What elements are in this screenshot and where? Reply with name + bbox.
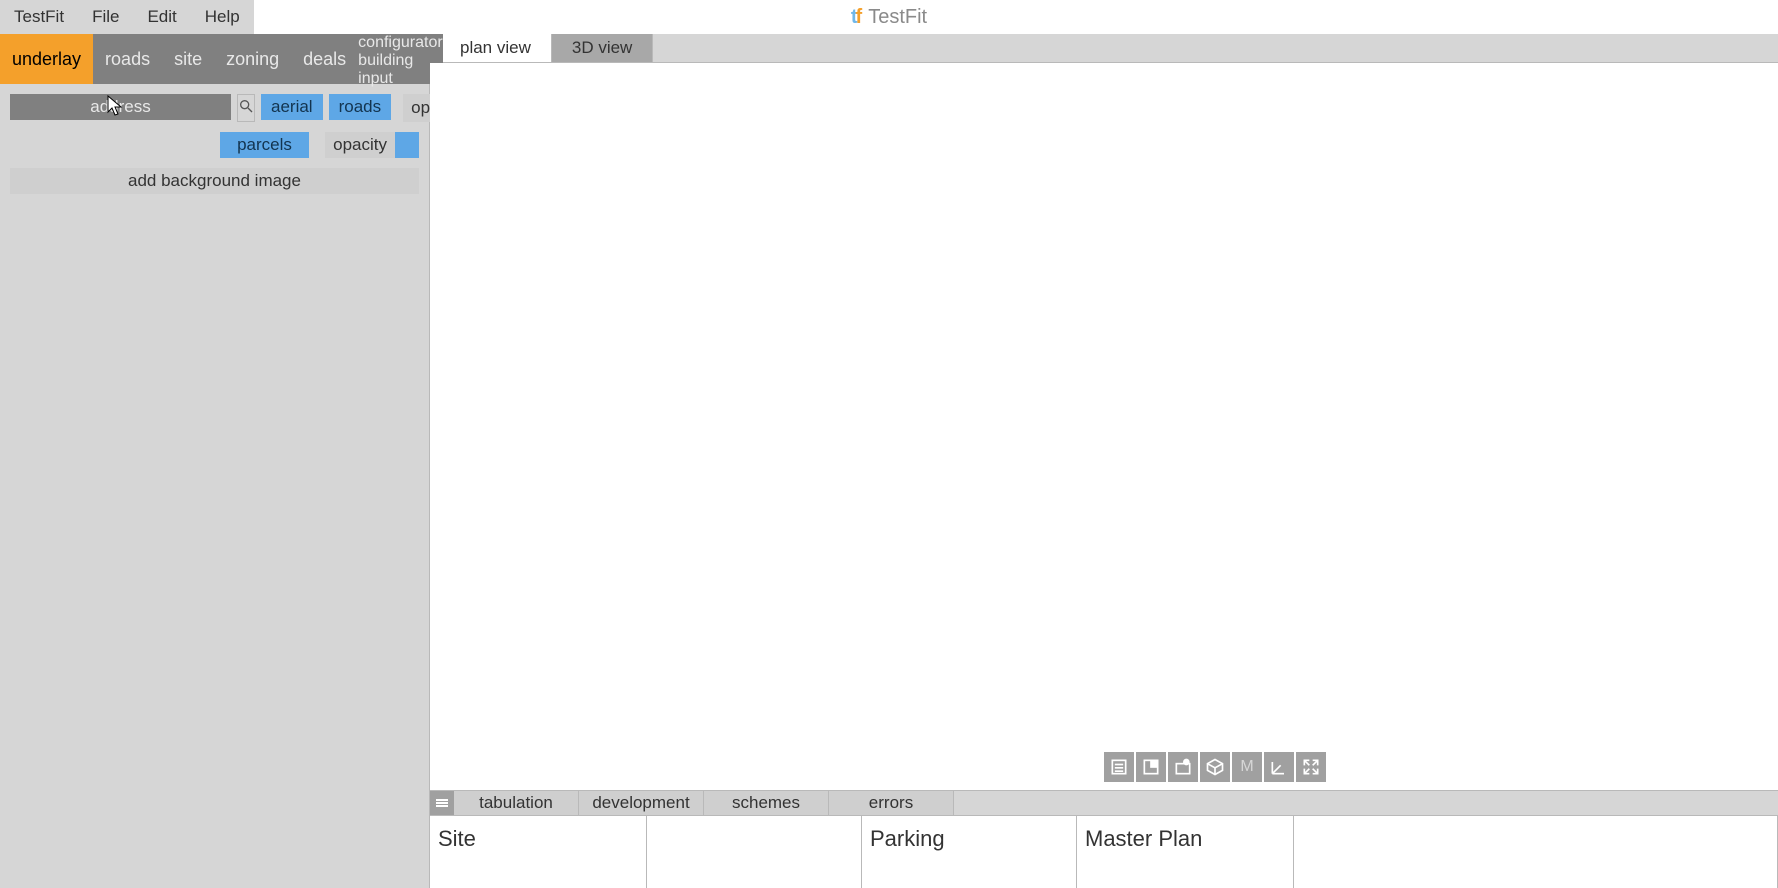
bottom-tab-development[interactable]: development <box>579 791 704 815</box>
col-empty-1 <box>647 816 862 888</box>
tool-list[interactable] <box>1104 752 1134 782</box>
sidebar-tab-deals[interactable]: deals <box>291 34 358 84</box>
viewport-tabs: plan view 3D view <box>430 34 1778 63</box>
cube-icon <box>1205 757 1225 777</box>
menu-testfit[interactable]: TestFit <box>0 0 78 34</box>
sidebar-tab-roads[interactable]: roads <box>93 34 162 84</box>
sidebar-tab-underlay[interactable]: underlay <box>0 34 93 84</box>
chip-parcels[interactable]: parcels <box>220 132 309 158</box>
col-empty-2 <box>1294 816 1778 888</box>
opacity-swatch-2[interactable] <box>395 132 419 158</box>
address-input[interactable] <box>10 94 231 120</box>
tool-m[interactable]: M <box>1232 752 1262 782</box>
main: plan view 3D view M <box>430 34 1778 888</box>
chip-aerial[interactable]: aerial <box>261 94 323 120</box>
tool-axes[interactable] <box>1264 752 1294 782</box>
search-icon <box>238 98 254 119</box>
sidebar-controls: aerial roads opacity parcels opacity <box>0 84 429 204</box>
chip-roads[interactable]: roads <box>329 94 392 120</box>
drag-handle-icon <box>435 793 449 813</box>
bottom-panel: tabulation development schemes errors Si… <box>430 790 1778 888</box>
sidebar-tab-zoning[interactable]: zoning <box>214 34 291 84</box>
tool-expand[interactable] <box>1296 752 1326 782</box>
m-label: M <box>1240 758 1253 776</box>
col-parking: Parking <box>862 816 1077 888</box>
app-title-text: TestFit <box>868 6 927 29</box>
menubar: TestFit File Edit Help tf TestFit <box>0 0 1778 34</box>
sidebar: underlay roads site zoning deals configu… <box>0 34 430 888</box>
tool-cube[interactable] <box>1200 752 1230 782</box>
opacity-control-2[interactable]: opacity <box>325 132 419 158</box>
layer-dot-icon <box>1173 757 1193 777</box>
bottom-tab-tabulation[interactable]: tabulation <box>454 791 579 815</box>
col-master-plan: Master Plan <box>1077 816 1294 888</box>
sidebar-tab-site[interactable]: site <box>162 34 214 84</box>
bottom-tab-schemes[interactable]: schemes <box>704 791 829 815</box>
col-site: Site <box>430 816 647 888</box>
sidebar-tab-configurator[interactable]: configurator <box>358 34 443 52</box>
bottom-handle[interactable] <box>430 791 454 815</box>
bottom-columns: Site Parking Master Plan <box>430 815 1778 888</box>
canvas-tools: M <box>1104 752 1326 782</box>
sidebar-tabs: underlay roads site zoning deals configu… <box>0 34 429 84</box>
sheet-icon <box>1141 757 1161 777</box>
bottom-tab-errors[interactable]: errors <box>829 791 954 815</box>
app-title: tf TestFit <box>0 0 1778 34</box>
menu-help[interactable]: Help <box>191 0 254 34</box>
bottom-tabs: tabulation development schemes errors <box>430 790 1778 815</box>
menu-file[interactable]: File <box>78 0 133 34</box>
tool-sheet[interactable] <box>1136 752 1166 782</box>
search-button[interactable] <box>237 94 255 122</box>
tool-layer[interactable] <box>1168 752 1198 782</box>
expand-icon <box>1301 757 1321 777</box>
app-logo-icon: tf <box>851 6 862 29</box>
canvas[interactable]: M <box>430 63 1778 790</box>
opacity-label-2: opacity <box>325 132 395 158</box>
axes-icon <box>1269 757 1289 777</box>
viewport-tab-plan[interactable]: plan view <box>440 34 552 62</box>
menu-edit[interactable]: Edit <box>133 0 190 34</box>
add-background-image-button[interactable]: add background image <box>10 168 419 194</box>
list-icon <box>1109 757 1129 777</box>
viewport-tab-3d[interactable]: 3D view <box>552 34 653 62</box>
